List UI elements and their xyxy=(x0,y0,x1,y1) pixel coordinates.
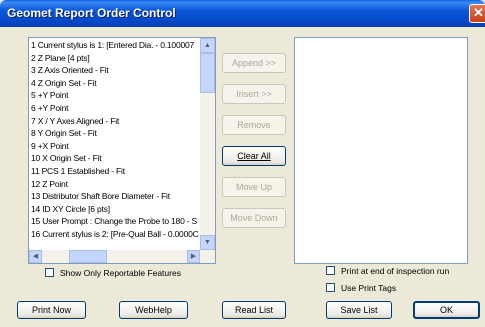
remove-button[interactable]: Remove xyxy=(222,115,286,135)
clear-all-label: Clear All xyxy=(237,151,271,161)
list-item[interactable]: 8 Y Origin Set - Fit xyxy=(29,127,201,140)
show-only-reportable-label: Show Only Reportable Features xyxy=(60,267,181,278)
checkbox-box[interactable] xyxy=(326,266,335,276)
window-title: Geomet Report Order Control xyxy=(7,6,176,20)
print-at-end-checkbox[interactable]: Print at end of inspection run xyxy=(326,265,449,276)
list-item[interactable]: 10 X Origin Set - Fit xyxy=(29,152,201,165)
list-item[interactable]: 6 +Y Point xyxy=(29,102,201,115)
insert-button[interactable]: Insert >> xyxy=(222,84,286,104)
list-item[interactable]: 1 Current stylus is 1: [Entered Dia. - 0… xyxy=(29,39,201,52)
append-button[interactable]: Append >> xyxy=(222,53,286,73)
list-item[interactable]: 2 Z Plane [4 pts] xyxy=(29,52,201,65)
save-list-button[interactable]: Save List xyxy=(326,301,392,319)
dialog-client: 1 Current stylus is 1: [Entered Dia. - 0… xyxy=(3,27,482,324)
scroll-right-icon[interactable]: ▶ xyxy=(187,250,200,263)
close-icon[interactable]: ✕ xyxy=(469,4,485,23)
report-order-window: Geomet Report Order Control ✕ 1 Current … xyxy=(0,0,485,327)
list-item[interactable]: 4 Z Origin Set - Fit xyxy=(29,77,201,90)
webhelp-button[interactable]: WebHelp xyxy=(119,301,188,319)
print-at-end-label: Print at end of inspection run xyxy=(341,265,450,276)
move-up-button[interactable]: Move Up xyxy=(222,177,286,197)
move-down-button[interactable]: Move Down xyxy=(222,208,286,228)
use-print-tags-label: Use Print Tags xyxy=(341,282,397,293)
clear-all-button[interactable]: Clear All xyxy=(222,146,286,166)
list-item[interactable]: 14 ID XY Circle [6 pts] xyxy=(29,203,201,216)
feature-list[interactable]: 1 Current stylus is 1: [Entered Dia. - 0… xyxy=(28,37,216,264)
list-item[interactable]: 3 Z Axis Oriented - Fit xyxy=(29,64,201,77)
scroll-up-icon[interactable]: ▲ xyxy=(200,38,215,53)
list-item[interactable]: 16 Current stylus is 2: [Pre-Qual Ball -… xyxy=(29,228,201,241)
list-item[interactable]: 15 User Prompt : Change the Probe to 180… xyxy=(29,215,201,228)
scroll-down-icon[interactable]: ▼ xyxy=(200,235,215,250)
feature-list-items: 1 Current stylus is 1: [Entered Dia. - 0… xyxy=(29,39,201,241)
horizontal-scroll-thumb[interactable] xyxy=(69,250,107,263)
show-only-reportable-checkbox[interactable]: Show Only Reportable Features xyxy=(45,267,181,278)
ok-button[interactable]: OK xyxy=(413,301,480,319)
checkbox-box[interactable] xyxy=(45,268,54,278)
title-bar[interactable]: Geomet Report Order Control ✕ xyxy=(0,0,485,27)
report-order-list[interactable] xyxy=(294,37,468,264)
print-now-button[interactable]: Print Now xyxy=(17,301,86,319)
read-list-button[interactable]: Read List xyxy=(222,301,286,319)
horizontal-scrollbar[interactable]: ◀ ▶ xyxy=(29,250,215,263)
list-item[interactable]: 7 X / Y Axes Aligned - Fit xyxy=(29,115,201,128)
vertical-scrollbar[interactable]: ▲ ▼ xyxy=(200,38,215,250)
use-print-tags-checkbox[interactable]: Use Print Tags xyxy=(326,282,396,293)
list-item[interactable]: 13 Distributor Shaft Bore Diameter - Fit xyxy=(29,190,201,203)
list-item[interactable]: 9 +X Point xyxy=(29,140,201,153)
list-item[interactable]: 12 Z Point xyxy=(29,178,201,191)
list-item[interactable]: 11 PCS 1 Established - Fit xyxy=(29,165,201,178)
checkbox-box[interactable] xyxy=(326,283,335,293)
scroll-left-icon[interactable]: ◀ xyxy=(29,250,42,263)
scroll-thumb[interactable] xyxy=(200,53,215,93)
list-item[interactable]: 5 +Y Point xyxy=(29,89,201,102)
